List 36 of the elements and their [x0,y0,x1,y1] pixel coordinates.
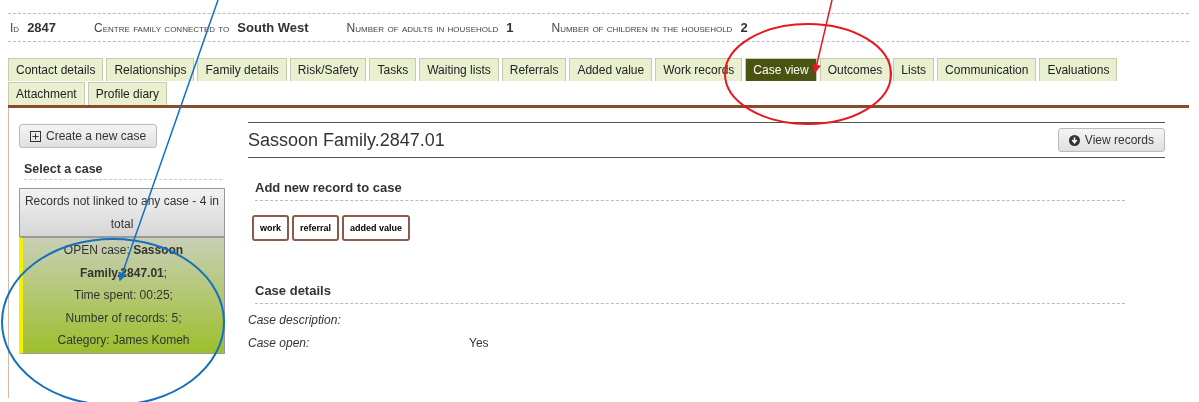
record-type-button[interactable]: referral [292,215,340,241]
summary-label: Number of children in the household [551,21,733,35]
tab[interactable]: Referrals [501,58,567,81]
detail-value: Yes [469,336,489,350]
detail-label: Case open: [248,336,311,350]
summary-label: Number of adults in household [346,21,499,35]
record-type-button[interactable]: work [252,215,289,241]
summary-label: Id [10,21,20,35]
tab[interactable]: Lists [893,58,935,81]
section-heading: Add new record to case [255,180,1125,201]
tab[interactable]: Risk/Safety [289,58,367,81]
tab[interactable]: Attachment [8,82,85,105]
tab[interactable]: Family details [197,58,287,81]
tab[interactable]: Added value [569,58,653,81]
case-title: Sassoon Family.2847.01 [248,129,445,151]
tab[interactable]: Tasks [369,58,417,81]
record-type-button[interactable]: added value [342,215,411,241]
tab[interactable]: Communication [937,58,1037,81]
summary-value: South West [237,20,309,35]
tab[interactable]: Contact details [8,58,104,81]
section-heading: Case details [255,283,1125,304]
download-icon [1068,134,1080,146]
tab[interactable]: Waiting lists [419,58,499,81]
detail-label: Case description: [248,313,342,327]
view-records-button[interactable]: View records [1057,128,1165,152]
tab[interactable]: Profile diary [87,82,168,105]
tab[interactable]: Relationships [106,58,195,81]
create-case-button[interactable]: Create a new case [19,124,158,148]
summary-value: 1 [506,20,514,35]
summary-value: 2 [740,20,748,35]
tab[interactable]: Case view [745,58,817,81]
plus-box-icon [30,130,41,142]
tab[interactable]: Outcomes [819,58,891,81]
tab[interactable]: Evaluations [1039,58,1118,81]
sidebar-heading: Select a case [24,162,222,180]
summary-value: 2847 [27,20,57,35]
